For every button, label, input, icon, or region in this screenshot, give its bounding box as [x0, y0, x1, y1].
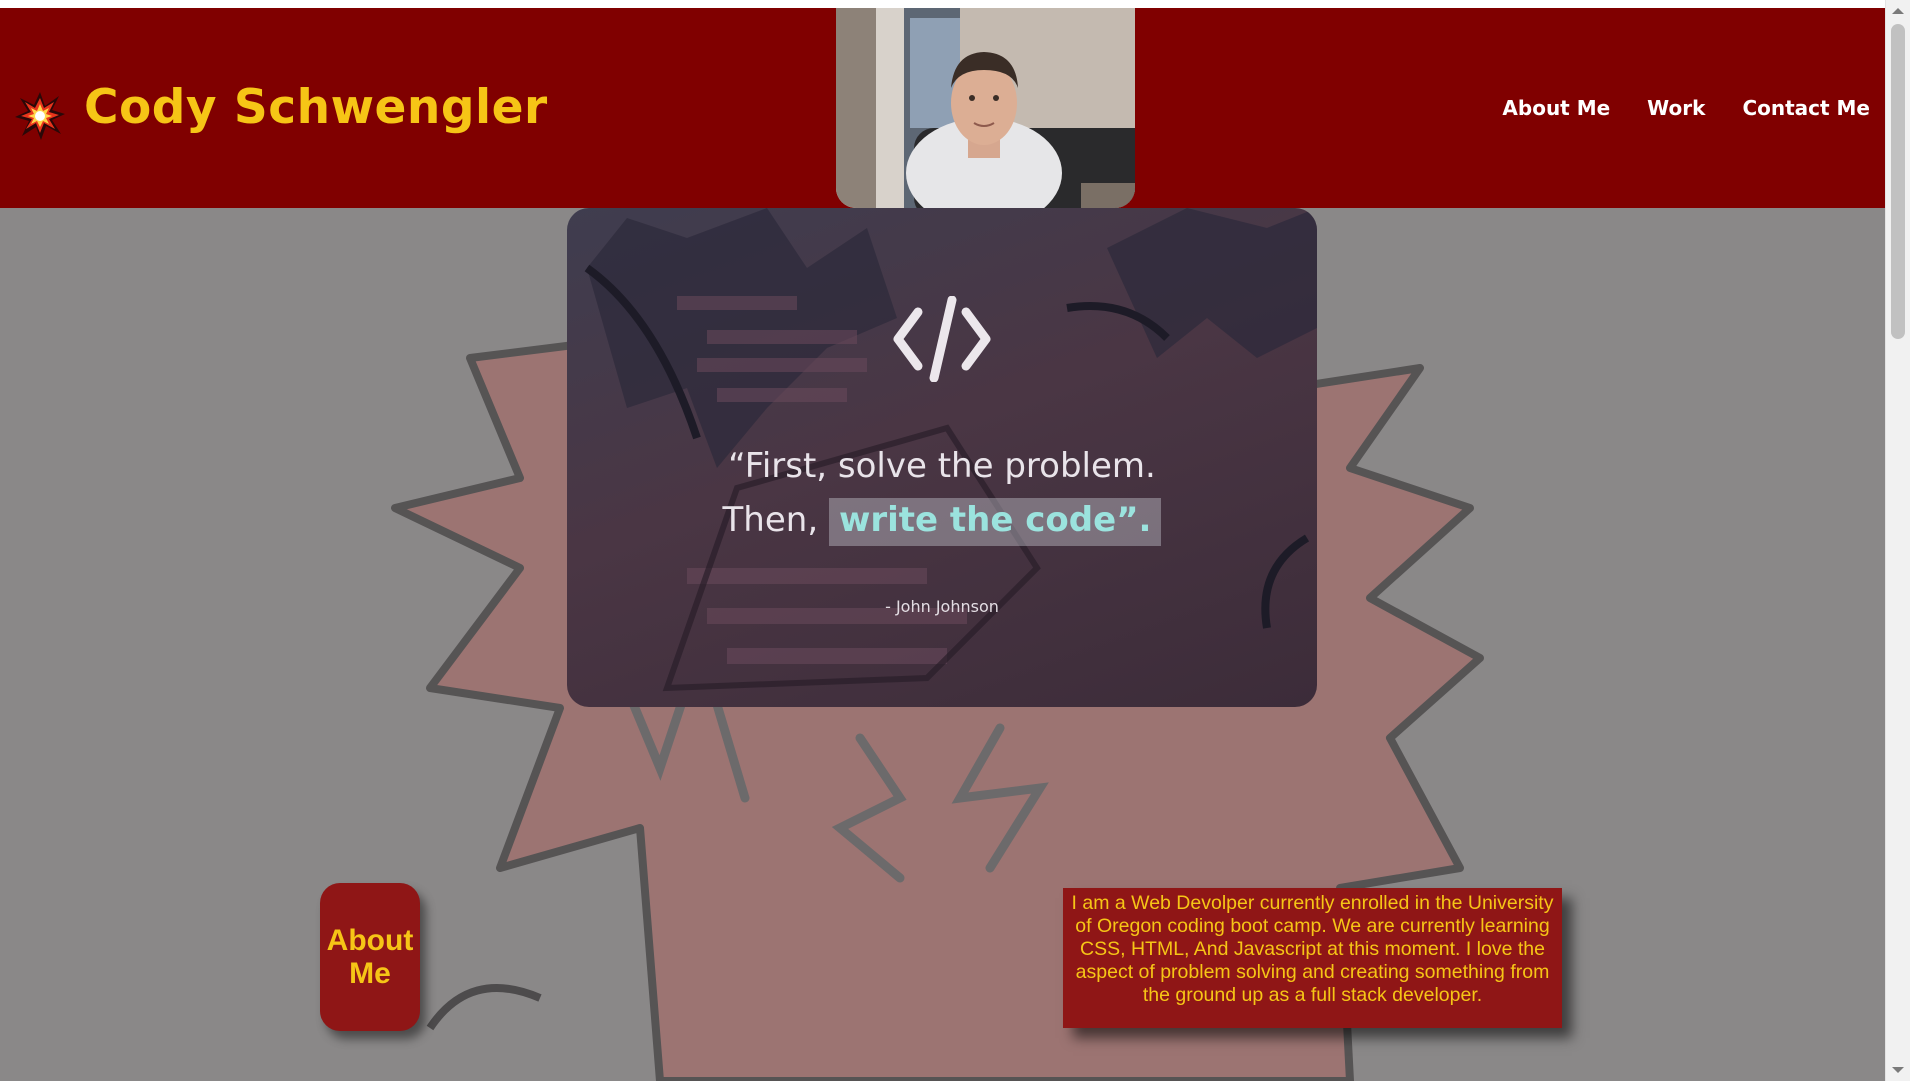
- hero-quote-card: “First, solve the problem. Then, write t…: [567, 208, 1317, 707]
- quote-highlight: write the code”.: [828, 498, 1162, 546]
- scroll-up-arrow-icon[interactable]: [1892, 8, 1904, 14]
- nav-about-me[interactable]: About Me: [1502, 96, 1610, 120]
- scroll-down-arrow-icon[interactable]: [1892, 1067, 1904, 1073]
- page: Cody Schwengler About Me Work Contact Me…: [0, 8, 1886, 1081]
- scrollbar-thumb[interactable]: [1891, 24, 1905, 339]
- quote-close: ”.: [1116, 500, 1152, 540]
- profile-photo: [836, 8, 1135, 208]
- site-header: Cody Schwengler About Me Work Contact Me: [0, 8, 1886, 208]
- main-nav: About Me Work Contact Me: [1502, 96, 1870, 120]
- quote-author: - John Johnson: [885, 597, 999, 616]
- nav-contact-me[interactable]: Contact Me: [1742, 96, 1870, 120]
- vertical-scrollbar[interactable]: [1885, 0, 1910, 1081]
- about-button-line-1: About: [326, 924, 414, 957]
- bio-text: I am a Web Devolper currently enrolled i…: [1063, 888, 1562, 1028]
- about-me-button[interactable]: About Me: [320, 883, 420, 1031]
- about-button-line-2: Me: [349, 957, 391, 990]
- site-title: Cody Schwengler: [84, 80, 548, 135]
- quote-line-1: “First, solve the problem.: [728, 446, 1156, 486]
- code-brackets-icon: [893, 296, 991, 382]
- quote-line-2-pre: Then,: [722, 500, 829, 540]
- nav-work[interactable]: Work: [1647, 96, 1705, 120]
- quote-line-2: Then, write the code”.: [567, 498, 1317, 546]
- quote-highlight-text: write the code: [838, 500, 1117, 540]
- explosion-icon: [15, 92, 65, 140]
